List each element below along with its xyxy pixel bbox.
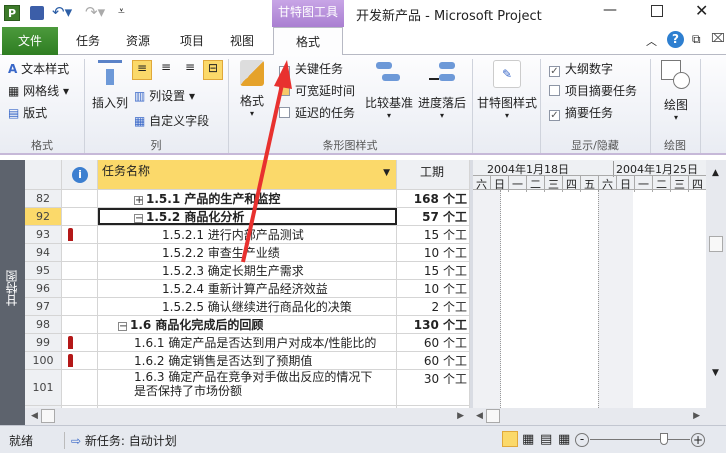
annotation-arrow bbox=[241, 60, 292, 263]
